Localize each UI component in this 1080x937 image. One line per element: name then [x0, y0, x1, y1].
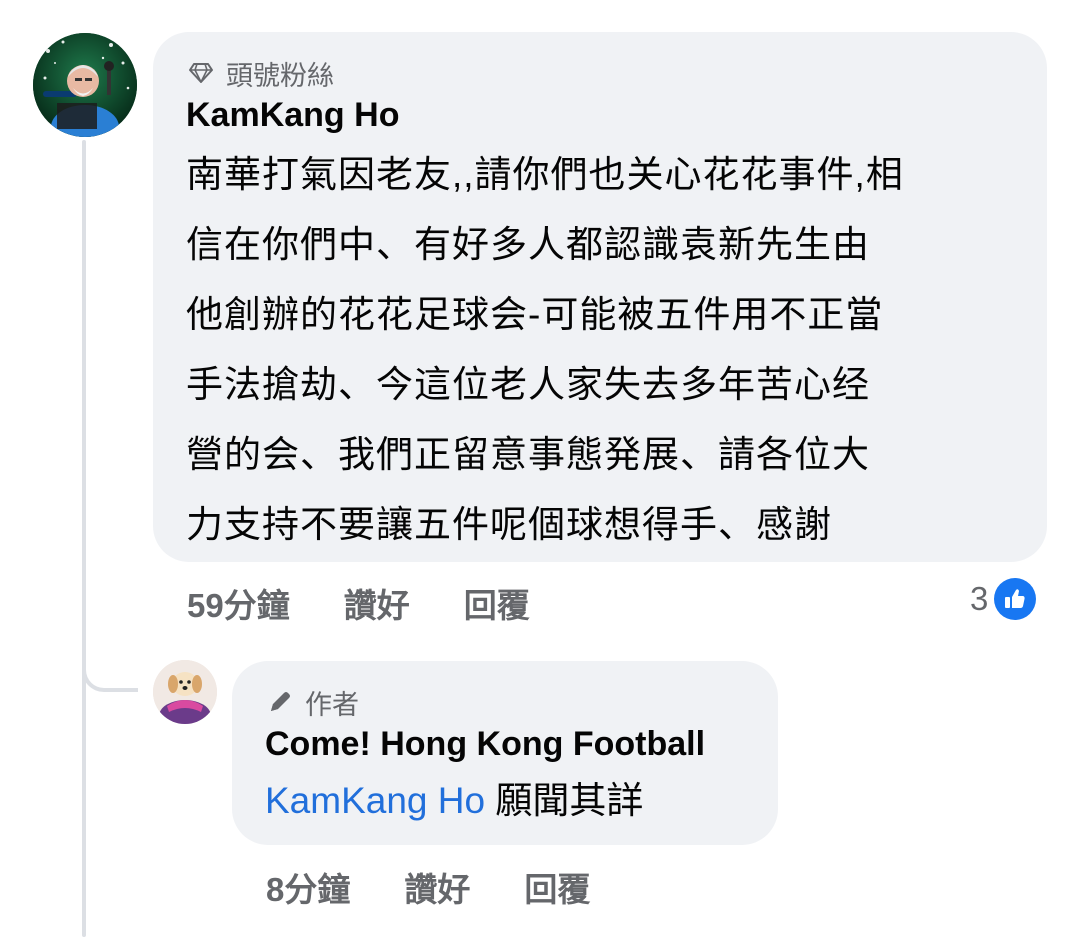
commenter-avatar[interactable]: [33, 33, 137, 137]
author-badge: 作者: [265, 683, 745, 721]
like-thumb-icon: [994, 578, 1037, 620]
thread-line: [82, 140, 86, 937]
comment-line: 信在你們中、有好多人都認識袁新先生由: [186, 224, 870, 265]
comment-text: 南華打氣因老友,,請你們也关心花花事件,相 信在你們中、有好多人都認識袁新先生由…: [186, 140, 1013, 560]
comment-actions: 59分鐘 讚好 回覆: [187, 578, 584, 628]
page-avatar[interactable]: [153, 660, 217, 724]
comment-line: 營的会、我們正留意事態発展、請各位大: [186, 434, 870, 475]
reaction-summary[interactable]: 3: [970, 576, 1037, 622]
comment-line: 他創辦的花花足球会-可能被五件用不正當: [186, 294, 884, 335]
diamond-icon: [186, 58, 216, 88]
comment-bubble: 頭號粉絲 KamKang Ho 南華打氣因老友,,請你們也关心花花事件,相 信在…: [153, 32, 1047, 562]
reply-button[interactable]: 回覆: [524, 863, 590, 911]
reply-text: KamKang Ho 願聞其詳: [265, 771, 745, 831]
badge-label: 作者: [305, 689, 359, 720]
like-button[interactable]: 讚好: [404, 863, 470, 911]
like-button[interactable]: 讚好: [344, 579, 410, 627]
reply-actions: 8分鐘 讚好 回覆: [266, 862, 644, 912]
reply-author[interactable]: Come! Hong Kong Football: [265, 721, 745, 767]
reply-timestamp[interactable]: 8分鐘: [266, 863, 350, 911]
thread-connector: [82, 620, 138, 692]
comment-line: 手法搶劫、今這位老人家失去多年苦心经: [186, 364, 870, 405]
badge-label: 頭號粉絲: [226, 60, 334, 91]
comment-line: 南華打氣因老友,,請你們也关心花花事件,相: [186, 154, 904, 195]
reply-body: 願聞其詳: [485, 780, 644, 821]
reply-button[interactable]: 回覆: [464, 579, 530, 627]
mention-link[interactable]: KamKang Ho: [265, 780, 485, 821]
pencil-icon: [265, 687, 295, 717]
comment-timestamp[interactable]: 59分鐘: [187, 579, 290, 627]
comment-line: 力支持不要讓五件呢個球想得手、感謝: [186, 504, 832, 545]
comment-author[interactable]: KamKang Ho: [186, 92, 1013, 138]
reply-bubble: 作者 Come! Hong Kong Football KamKang Ho 願…: [232, 661, 778, 845]
reaction-count: 3: [970, 580, 989, 617]
top-fan-badge: 頭號粉絲: [186, 54, 1013, 92]
